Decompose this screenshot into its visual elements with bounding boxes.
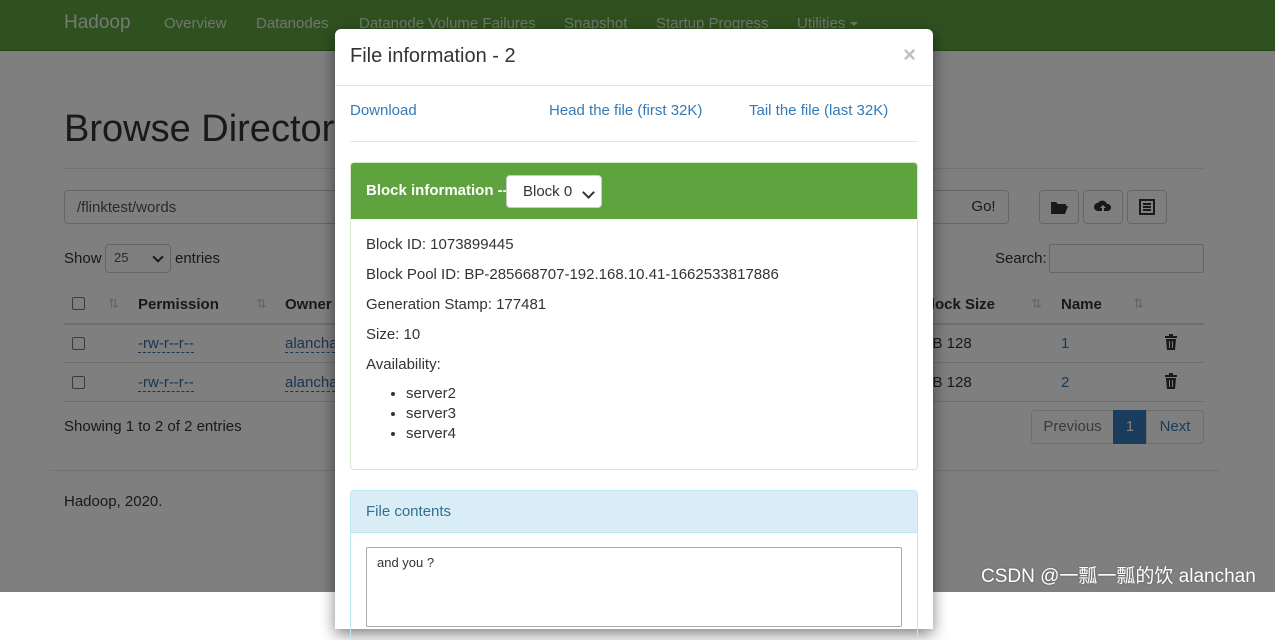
download-link[interactable]: Download [350,102,417,119]
block-info-header: Block information -- Block 0 [351,163,917,219]
tail-file-link[interactable]: Tail the file (last 32K) [749,102,888,119]
file-contents-label: File contents [366,503,452,520]
block-pool-id: Block Pool ID: BP-285668707-192.168.10.4… [366,266,779,283]
block-id: Block ID: 1073899445 [366,236,514,253]
file-contents-panel: File contents and you ? [350,490,918,640]
file-contents-textarea[interactable]: and you ? [366,547,902,627]
close-icon[interactable]: × [903,42,916,68]
list-item: server4 [406,424,456,444]
file-info-modal: File information - 2 × Download Head the… [335,29,933,640]
block-size: Size: 10 [366,326,421,343]
list-item: server2 [406,384,456,404]
links-divider [350,141,918,142]
list-item: server3 [406,404,456,424]
chevron-down-icon [582,186,595,199]
block-select-value: Block 0 [523,183,573,200]
modal-title: File information - 2 [350,45,516,67]
file-contents-header: File contents [351,491,917,533]
modal-header-divider [335,85,933,86]
block-info-label: Block information -- [366,182,508,199]
watermark: CSDN @一瓢一瓢的饮 alanchan [981,566,1256,587]
availability-list: server2 server3 server4 [366,384,456,444]
block-info-panel: Block information -- Block 0 Block ID: 1… [350,162,918,470]
availability-label: Availability: [366,356,441,373]
head-file-link[interactable]: Head the file (first 32K) [549,102,702,119]
block-select[interactable]: Block 0 [506,175,602,208]
generation-stamp: Generation Stamp: 177481 [366,296,547,313]
